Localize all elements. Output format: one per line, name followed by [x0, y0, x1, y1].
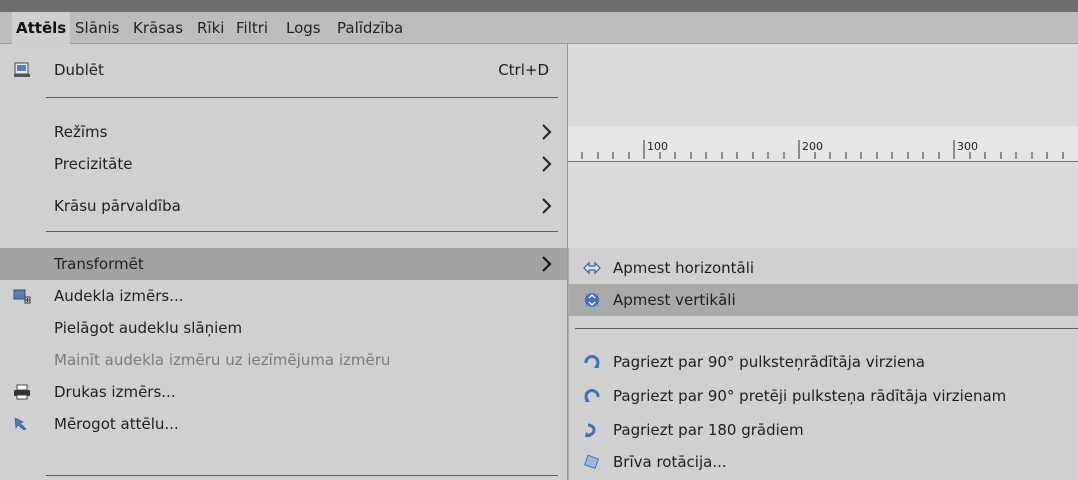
canvas-to-selection-label: Mainīt audekla izmēru uz iezīmējuma izmē… — [54, 351, 391, 369]
submenu-item-rotate-cw[interactable]: Pagriezt par 90° pulksteņrādītāja virzie… — [569, 346, 1078, 378]
rotate-clockwise-icon — [583, 354, 601, 370]
precision-label: Precizitāte — [54, 155, 133, 173]
menu-item-canvas-to-selection[interactable]: Mainīt audekla izmēru uz iezīmējuma izmē… — [0, 344, 567, 376]
menu-item-precision[interactable]: Precizitāte — [0, 148, 567, 180]
menubar-filters[interactable]: Filtri — [236, 12, 268, 44]
menu-item-print-size[interactable]: Drukas izmērs... — [0, 376, 567, 408]
transform-label: Transformēt — [54, 255, 144, 273]
menu-separator — [46, 475, 558, 476]
menu-item-scale-image[interactable]: Mērogot attēlu... — [0, 408, 567, 440]
window-top-edge — [0, 0, 1078, 12]
rotate-counterclockwise-icon — [583, 388, 601, 404]
flip-vertical-icon — [583, 292, 601, 308]
ruler-label-200: 200 — [802, 140, 823, 153]
menubar-windows[interactable]: Logs — [286, 12, 321, 44]
color-management-label: Krāsu pārvaldība — [54, 197, 181, 215]
menubar-colors[interactable]: Krāsas — [133, 12, 183, 44]
menubar: Attēls Slānis Krāsas Rīki Filtri Logs Pa… — [0, 12, 1078, 44]
submenu-item-flip-horizontal[interactable]: Apmest horizontāli — [569, 252, 1078, 284]
canvas-size-label: Audekla izmērs... — [54, 287, 184, 305]
rotate-cw-label: Pagriezt par 90° pulksteņrādītāja virzie… — [613, 353, 925, 371]
canvas-area-top — [568, 44, 1078, 126]
canvas-size-icon — [13, 288, 31, 304]
free-rotate-icon — [583, 454, 601, 470]
ruler-label-300: 300 — [957, 140, 978, 153]
submenu-separator — [575, 328, 1078, 329]
menubar-tools[interactable]: Rīki — [197, 12, 224, 44]
scale-image-label: Mērogot attēlu... — [54, 415, 179, 433]
flip-horizontal-icon — [583, 260, 601, 276]
duplicate-label: Dublēt — [54, 61, 104, 79]
menu-item-duplicate[interactable]: Dublēt Ctrl+D — [0, 54, 567, 86]
chevron-right-icon — [539, 190, 553, 222]
free-rotate-label: Brīva rotācija... — [613, 453, 727, 471]
print-size-label: Drukas izmērs... — [54, 383, 176, 401]
chevron-right-icon — [539, 248, 553, 280]
chevron-right-icon — [539, 148, 553, 180]
flip-vertical-label: Apmest vertikāli — [613, 291, 736, 309]
menu-item-canvas-size[interactable]: Audekla izmērs... — [0, 280, 567, 312]
menu-separator — [46, 231, 558, 232]
menubar-help[interactable]: Palīdzība — [337, 12, 403, 44]
menu-item-fit-canvas-to-layers[interactable]: Pielāgot audeklu slāņiem — [0, 312, 567, 344]
ruler-label-100: 100 — [647, 140, 668, 153]
rotate-180-icon — [583, 422, 601, 438]
menubar-layer[interactable]: Slānis — [75, 12, 119, 44]
rotate-ccw-label: Pagriezt par 90° pretēji pulksteņa rādīt… — [613, 387, 1007, 405]
chevron-right-icon — [539, 116, 553, 148]
image-menu: Dublēt Ctrl+D Režīms Precizitāte Krāsu p… — [0, 44, 568, 480]
printer-icon — [13, 384, 31, 400]
transform-submenu: Apmest horizontāli Apmest vertikāli Pagr… — [568, 248, 1078, 480]
submenu-item-rotate-ccw[interactable]: Pagriezt par 90° pretēji pulksteņa rādīt… — [569, 380, 1078, 412]
submenu-item-rotate-180[interactable]: Pagriezt par 180 grādiem — [569, 414, 1078, 446]
duplicate-shortcut: Ctrl+D — [498, 61, 549, 79]
menu-separator — [46, 97, 558, 98]
rotate-180-label: Pagriezt par 180 grādiem — [613, 421, 804, 439]
menubar-image[interactable]: Attēls — [12, 12, 71, 44]
horizontal-ruler: 100 200 300 — [568, 126, 1078, 162]
mode-label: Režīms — [54, 123, 108, 141]
scale-image-icon — [13, 416, 31, 432]
duplicate-icon — [13, 62, 31, 78]
flip-horizontal-label: Apmest horizontāli — [613, 259, 755, 277]
fit-canvas-label: Pielāgot audeklu slāņiem — [54, 319, 243, 337]
menu-item-transform[interactable]: Transformēt — [0, 248, 567, 280]
canvas-area-bottom — [568, 162, 1078, 248]
menu-item-color-management[interactable]: Krāsu pārvaldība — [0, 190, 567, 222]
menu-item-mode[interactable]: Režīms — [0, 116, 567, 148]
submenu-item-free-rotate[interactable]: Brīva rotācija... — [569, 446, 1078, 478]
submenu-item-flip-vertical[interactable]: Apmest vertikāli — [569, 284, 1078, 316]
